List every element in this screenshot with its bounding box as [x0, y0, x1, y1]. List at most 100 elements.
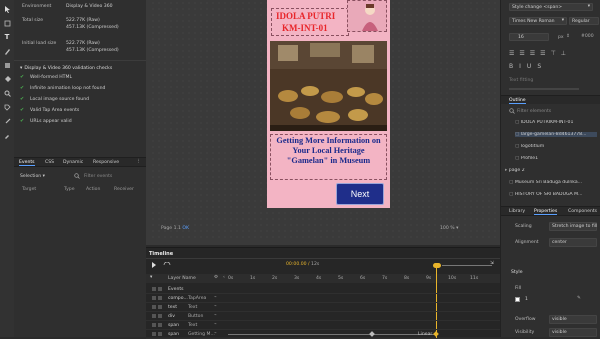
expand-layers-icon[interactable]: ▾ — [150, 275, 152, 280]
text-fitting-slider[interactable] — [509, 88, 579, 90]
lock-toggle-icon[interactable] — [158, 332, 162, 336]
align-right-icon[interactable]: ☰ — [530, 50, 535, 57]
animation-icon[interactable]: ⌁ — [214, 331, 217, 336]
timeline-layer-row[interactable]: compo... TapArea ⌁ — [146, 294, 500, 303]
visibility-toggle-icon[interactable] — [152, 305, 156, 309]
zoom-slider[interactable] — [442, 265, 492, 266]
visibility-toggle-icon[interactable] — [152, 323, 156, 327]
lock-toggle-icon[interactable] — [158, 314, 162, 318]
shape-tool-icon[interactable] — [2, 60, 12, 70]
align-left-icon[interactable]: ☰ — [509, 50, 514, 57]
brush-tool-icon[interactable] — [2, 116, 12, 126]
outline-item[interactable]: ▢ large-gamelan-8d4613778... — [515, 132, 597, 137]
strikethrough-icon[interactable]: S — [537, 63, 541, 70]
letter-spacing-value[interactable]: #000 — [581, 34, 594, 39]
visibility-toggle-icon[interactable] — [152, 332, 156, 336]
title-block[interactable]: IDOLA PUTRI KM-INT-01 — [271, 8, 349, 36]
profile-image[interactable] — [347, 0, 387, 32]
outline-item[interactable]: ▸ page 2 — [505, 168, 597, 173]
timeline-panel: Timeline 00:00.00 / 12s ⇲ ▾ Layer Name ⚙… — [146, 247, 500, 339]
font-weight-select[interactable]: Regular — [569, 17, 599, 25]
overflow-select[interactable]: visible — [549, 315, 597, 324]
column-target: Target — [22, 187, 37, 192]
lock-toggle-icon[interactable] — [158, 287, 162, 291]
outline-filter-input[interactable]: Filter elements — [517, 109, 551, 114]
font-size-input[interactable]: 16 px — [509, 33, 564, 41]
align-justify-icon[interactable]: ☰ — [540, 50, 545, 57]
keyframe-marker[interactable] — [433, 331, 439, 337]
layer-type: Text — [188, 305, 198, 310]
gamelan-image[interactable] — [270, 41, 387, 131]
loop-icon[interactable] — [163, 261, 171, 270]
eyedropper-icon[interactable]: ✎ — [577, 296, 581, 301]
alignment-select[interactable]: center — [549, 238, 597, 247]
play-icon[interactable] — [151, 262, 157, 270]
visibility-toggle-icon[interactable] — [152, 296, 156, 300]
italic-icon[interactable]: I — [519, 63, 521, 70]
timeline-layer-row[interactable]: div Button ⌁ — [146, 312, 500, 321]
timeline-layer-row[interactable]: text Text ⌁ — [146, 303, 500, 312]
scaling-select[interactable]: Stretch image to fill — [549, 222, 597, 231]
next-button[interactable]: Next — [336, 183, 384, 205]
bold-icon[interactable]: B — [509, 63, 513, 70]
tab-dynamic[interactable]: Dynamic — [63, 160, 83, 165]
tab-responsive[interactable]: Responsive — [93, 160, 119, 165]
tab-library[interactable]: Library — [509, 209, 525, 214]
fill-tool-icon[interactable] — [2, 74, 12, 84]
outline-item[interactable]: ▢ Museum Sri Baduga dulnka... — [509, 180, 597, 185]
pen-tool-icon[interactable] — [2, 46, 12, 56]
selection-dropdown[interactable]: Selection ▾ — [20, 174, 45, 179]
more-options-icon[interactable]: ⋮ — [136, 159, 141, 164]
text-tool-icon[interactable]: T — [2, 32, 12, 42]
zoom-tool-icon[interactable] — [2, 88, 12, 98]
animation-icon[interactable]: ⌁ — [214, 322, 217, 327]
tab-css[interactable]: CSS — [45, 160, 54, 165]
tag-tool-icon[interactable] — [2, 102, 12, 112]
scroll-left-icon[interactable]: ‹ — [223, 275, 225, 280]
filter-events-input[interactable]: Filter events — [84, 174, 112, 179]
time-tick-label: 6s — [360, 276, 366, 281]
valign-top-icon[interactable]: ⊤ — [551, 50, 556, 57]
tab-components[interactable]: Components — [568, 209, 597, 214]
eyedropper-tool-icon[interactable] — [2, 130, 12, 140]
valign-middle-icon[interactable]: ⊥ — [561, 50, 566, 57]
visibility-select[interactable]: visible — [549, 328, 597, 337]
select-tool-icon[interactable] — [2, 4, 12, 14]
animation-icon[interactable]: ⌁ — [214, 295, 217, 300]
animation-icon[interactable]: ⌁ — [214, 313, 217, 318]
outline-item[interactable]: ▢ IDOLA PUTRIKM-INT-01 — [515, 120, 597, 125]
checks-header[interactable]: ▾ Display & Video 360 validation checks — [20, 66, 112, 71]
lock-toggle-icon[interactable] — [158, 323, 162, 327]
outline-title[interactable]: Outline — [509, 98, 526, 104]
line-height-icon[interactable]: ⇕ — [566, 34, 570, 39]
outline-item[interactable]: ▢ HISTORY OF SRI BADUGA M... — [509, 192, 597, 197]
lock-toggle-icon[interactable] — [158, 305, 162, 309]
time-ruler[interactable]: 0s 1s 2s 3s 4s 5s 6s 7s 8s 9s 10s 11s — [228, 276, 500, 283]
timeline-layer-row[interactable]: Events — [146, 285, 500, 294]
timeline-layer-row[interactable]: span Getting M... ⌁ Linear — [146, 330, 500, 339]
keyframe-marker[interactable] — [369, 331, 375, 337]
visibility-toggle-icon[interactable] — [152, 314, 156, 318]
tab-events[interactable]: Events — [19, 160, 35, 166]
underline-icon[interactable]: U — [527, 63, 531, 70]
tab-properties[interactable]: Properties — [534, 209, 558, 215]
style-dropdown[interactable]: Style change <span> ▾ — [509, 3, 593, 11]
visibility-toggle-icon[interactable] — [152, 287, 156, 291]
lock-toggle-icon[interactable] — [158, 296, 162, 300]
gear-icon[interactable]: ⚙ — [214, 275, 218, 280]
zoom-level[interactable]: 100 % ▾ — [440, 226, 458, 231]
hand-tool-icon[interactable] — [2, 18, 12, 28]
timeline-layer-row[interactable]: span Text ⌁ — [146, 321, 500, 330]
animation-segment[interactable] — [228, 334, 436, 335]
fill-color-swatch[interactable] — [515, 297, 520, 302]
expand-icon[interactable]: ⇲ — [490, 261, 494, 266]
outline-item[interactable]: ▢ Profile1 — [515, 156, 597, 161]
banner-page[interactable]: IDOLA PUTRI KM-INT-01 Getting More Infor… — [267, 0, 390, 208]
playhead-handle[interactable] — [433, 263, 441, 268]
outline-item[interactable]: ▢ logotitlum — [515, 144, 597, 149]
page-mode[interactable]: OK — [182, 226, 189, 231]
headline-text[interactable]: Getting More Information on Your Local H… — [270, 134, 387, 180]
font-family-select[interactable]: Times New Roman ▾ — [509, 17, 567, 25]
animation-icon[interactable]: ⌁ — [214, 304, 217, 309]
align-center-icon[interactable]: ☰ — [519, 50, 524, 57]
